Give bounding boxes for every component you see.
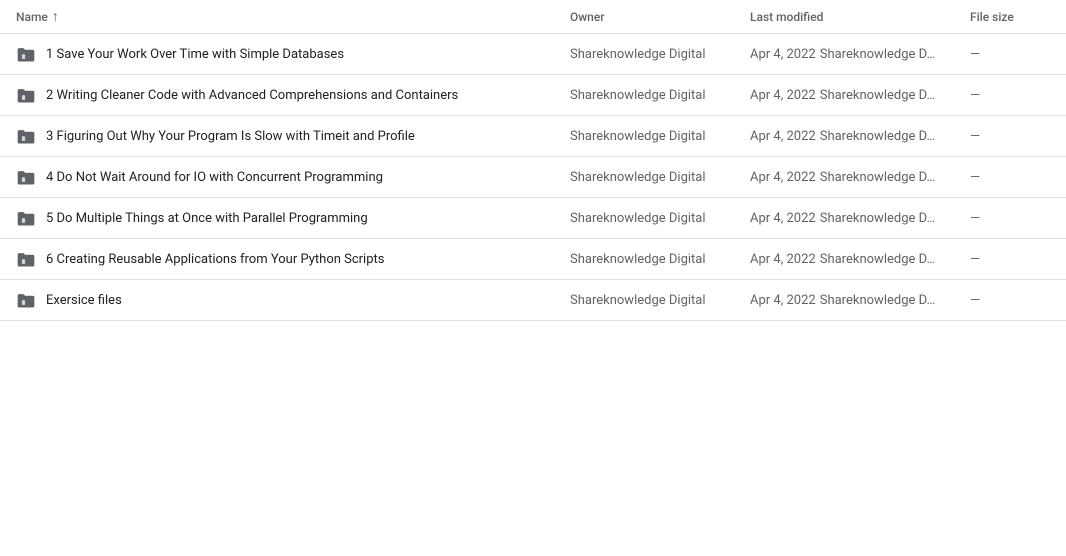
modified-date: Apr 4, 2022 (750, 88, 816, 103)
row-label: Exersice files (46, 293, 122, 308)
modified-date: Apr 4, 2022 (750, 170, 816, 185)
row-modified-cell: Apr 4, 2022 Shareknowledge D… (750, 47, 970, 62)
modified-person: Shareknowledge D… (820, 252, 935, 267)
modified-person: Shareknowledge D… (820, 293, 935, 308)
name-header-label: Name (16, 10, 48, 24)
table-row[interactable]: 6 Creating Reusable Applications from Yo… (0, 239, 1066, 280)
row-modified-cell: Apr 4, 2022 Shareknowledge D… (750, 293, 970, 308)
row-owner-cell: Shareknowledge Digital (570, 170, 750, 185)
table-row[interactable]: 3 Figuring Out Why Your Program Is Slow … (0, 116, 1066, 157)
row-modified-cell: Apr 4, 2022 Shareknowledge D… (750, 211, 970, 226)
modified-date: Apr 4, 2022 (750, 47, 816, 62)
table-row[interactable]: 2 Writing Cleaner Code with Advanced Com… (0, 75, 1066, 116)
modified-date: Apr 4, 2022 (750, 129, 816, 144)
modified-person: Shareknowledge D… (820, 211, 935, 226)
folder-icon (16, 167, 36, 187)
table-row[interactable]: 1 Save Your Work Over Time with Simple D… (0, 34, 1066, 75)
row-name-cell: 1 Save Your Work Over Time with Simple D… (16, 44, 570, 64)
row-filesize-cell: — (970, 170, 1050, 185)
row-modified-cell: Apr 4, 2022 Shareknowledge D… (750, 252, 970, 267)
modified-person: Shareknowledge D… (820, 129, 935, 144)
row-name-cell: 2 Writing Cleaner Code with Advanced Com… (16, 85, 570, 105)
row-filesize-cell: — (970, 88, 1050, 103)
folder-icon (16, 290, 36, 310)
modified-person: Shareknowledge D… (820, 170, 935, 185)
table-row[interactable]: 5 Do Multiple Things at Once with Parall… (0, 198, 1066, 239)
row-label: 3 Figuring Out Why Your Program Is Slow … (46, 129, 415, 144)
row-label: 4 Do Not Wait Around for IO with Concurr… (46, 170, 383, 185)
row-label: 1 Save Your Work Over Time with Simple D… (46, 47, 344, 62)
row-owner-cell: Shareknowledge Digital (570, 211, 750, 226)
row-owner-cell: Shareknowledge Digital (570, 129, 750, 144)
table-header: Name ↑ Owner Last modified File size (0, 0, 1066, 34)
row-filesize-cell: — (970, 129, 1050, 144)
row-name-cell: 6 Creating Reusable Applications from Yo… (16, 249, 570, 269)
modified-person: Shareknowledge D… (820, 88, 935, 103)
row-owner-cell: Shareknowledge Digital (570, 252, 750, 267)
row-modified-cell: Apr 4, 2022 Shareknowledge D… (750, 88, 970, 103)
row-modified-cell: Apr 4, 2022 Shareknowledge D… (750, 129, 970, 144)
row-filesize-cell: — (970, 47, 1050, 62)
modified-date: Apr 4, 2022 (750, 293, 816, 308)
row-name-cell: Exersice files (16, 290, 570, 310)
modified-person: Shareknowledge D… (820, 47, 935, 62)
row-owner-cell: Shareknowledge Digital (570, 47, 750, 62)
filesize-column-header: File size (970, 10, 1050, 24)
modified-column-header: Last modified (750, 10, 970, 24)
name-column-header[interactable]: Name ↑ (16, 8, 570, 25)
row-label: 5 Do Multiple Things at Once with Parall… (46, 211, 368, 226)
row-name-cell: 5 Do Multiple Things at Once with Parall… (16, 208, 570, 228)
folder-icon (16, 44, 36, 64)
row-name-cell: 4 Do Not Wait Around for IO with Concurr… (16, 167, 570, 187)
rows-container: 1 Save Your Work Over Time with Simple D… (0, 34, 1066, 321)
modified-date: Apr 4, 2022 (750, 252, 816, 267)
row-label: 6 Creating Reusable Applications from Yo… (46, 252, 384, 267)
row-owner-cell: Shareknowledge Digital (570, 88, 750, 103)
sort-arrow-icon: ↑ (52, 8, 59, 25)
row-filesize-cell: — (970, 252, 1050, 267)
row-filesize-cell: — (970, 211, 1050, 226)
row-filesize-cell: — (970, 293, 1050, 308)
folder-icon (16, 249, 36, 269)
folder-icon (16, 126, 36, 146)
row-modified-cell: Apr 4, 2022 Shareknowledge D… (750, 170, 970, 185)
row-name-cell: 3 Figuring Out Why Your Program Is Slow … (16, 126, 570, 146)
folder-icon (16, 85, 36, 105)
folder-icon (16, 208, 36, 228)
modified-date: Apr 4, 2022 (750, 211, 816, 226)
table-row[interactable]: Exersice files Shareknowledge Digital Ap… (0, 280, 1066, 321)
owner-column-header: Owner (570, 10, 750, 24)
row-label: 2 Writing Cleaner Code with Advanced Com… (46, 88, 458, 103)
table-row[interactable]: 4 Do Not Wait Around for IO with Concurr… (0, 157, 1066, 198)
row-owner-cell: Shareknowledge Digital (570, 293, 750, 308)
file-table: Name ↑ Owner Last modified File size 1 S… (0, 0, 1066, 556)
